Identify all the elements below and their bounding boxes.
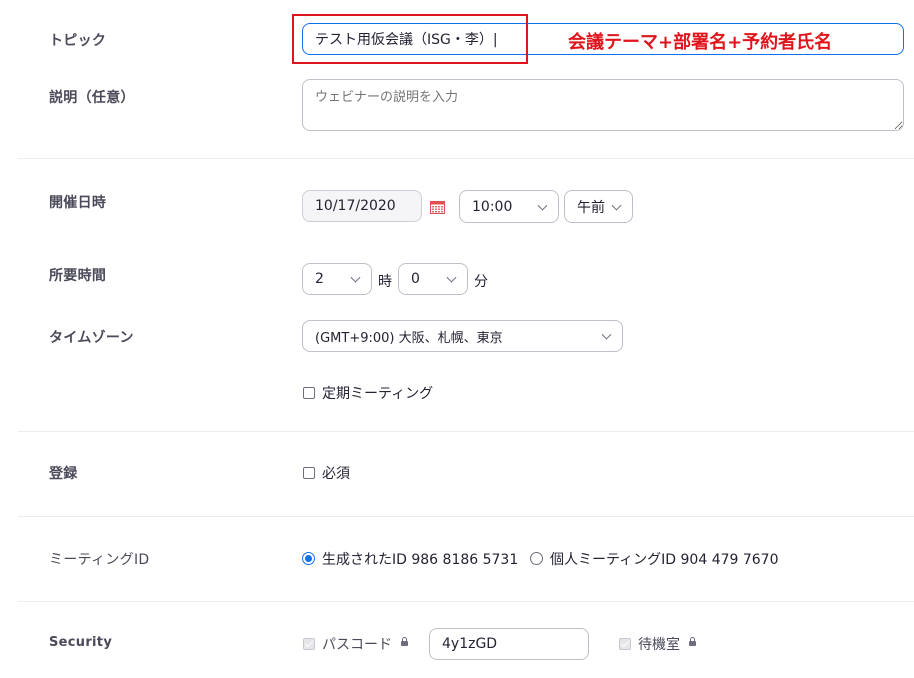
date-value: 10/17/2020 <box>315 198 396 214</box>
generated-id-radio[interactable] <box>302 552 315 565</box>
hours-unit: 時 <box>378 274 392 290</box>
topic-label: トピック <box>49 33 107 49</box>
divider <box>18 601 914 602</box>
lock-icon <box>401 637 408 646</box>
personal-id-label: 個人ミーティングID 904 479 7670 <box>550 552 779 568</box>
duration-minutes-value: 0 <box>411 271 420 287</box>
time-select[interactable]: 10:00 <box>459 190 559 223</box>
timezone-select[interactable]: (GMT+9:00) 大阪、札幌、東京 <box>302 320 623 352</box>
duration-hours-value: 2 <box>315 271 324 287</box>
recurring-checkbox[interactable] <box>303 387 315 399</box>
waiting-room-checkbox[interactable] <box>619 638 631 650</box>
passcode-label: パスコード <box>322 637 392 653</box>
calendar-icon[interactable] <box>430 199 445 214</box>
generated-id-label: 生成されたID 986 8186 5731 <box>322 552 519 568</box>
divider <box>18 431 914 432</box>
passcode-checkbox[interactable] <box>303 638 315 650</box>
recurring-label: 定期ミーティング <box>322 386 434 402</box>
timezone-label: タイムゾーン <box>49 330 134 346</box>
duration-label: 所要時間 <box>49 268 107 284</box>
date-input[interactable]: 10/17/2020 <box>302 190 422 222</box>
chevron-down-icon <box>446 272 457 283</box>
schedule-label: 開催日時 <box>49 195 107 211</box>
registration-required-label: 必須 <box>322 466 350 482</box>
duration-minutes-select[interactable]: 0 <box>398 263 468 295</box>
timezone-value: (GMT+9:00) 大阪、札幌、東京 <box>315 330 503 346</box>
meeting-id-label: ミーティングID <box>49 552 150 568</box>
duration-hours-select[interactable]: 2 <box>302 263 372 295</box>
chevron-down-icon <box>537 200 548 211</box>
security-label: Security <box>49 635 113 650</box>
ampm-select[interactable]: 午前 <box>564 190 633 223</box>
description-label: 説明（任意） <box>49 90 135 106</box>
description-input[interactable] <box>302 79 904 131</box>
topic-annotation: 会議テーマ+部署名+予約者氏名 <box>568 32 833 53</box>
chevron-down-icon <box>611 200 622 211</box>
lock-icon <box>689 637 696 646</box>
passcode-input[interactable]: 4y1zGD <box>429 628 589 660</box>
chevron-down-icon <box>601 329 612 340</box>
ampm-value: 午前 <box>577 199 605 216</box>
waiting-room-label: 待機室 <box>638 637 680 653</box>
topic-highlight-box <box>292 14 528 64</box>
registration-label: 登録 <box>49 466 78 482</box>
chevron-down-icon <box>350 272 361 283</box>
time-value: 10:00 <box>472 198 513 215</box>
minutes-unit: 分 <box>474 274 488 290</box>
personal-id-radio[interactable] <box>530 552 543 565</box>
divider <box>18 158 914 159</box>
registration-required-checkbox[interactable] <box>303 467 315 479</box>
divider <box>18 516 914 517</box>
passcode-value: 4y1zGD <box>442 636 498 652</box>
